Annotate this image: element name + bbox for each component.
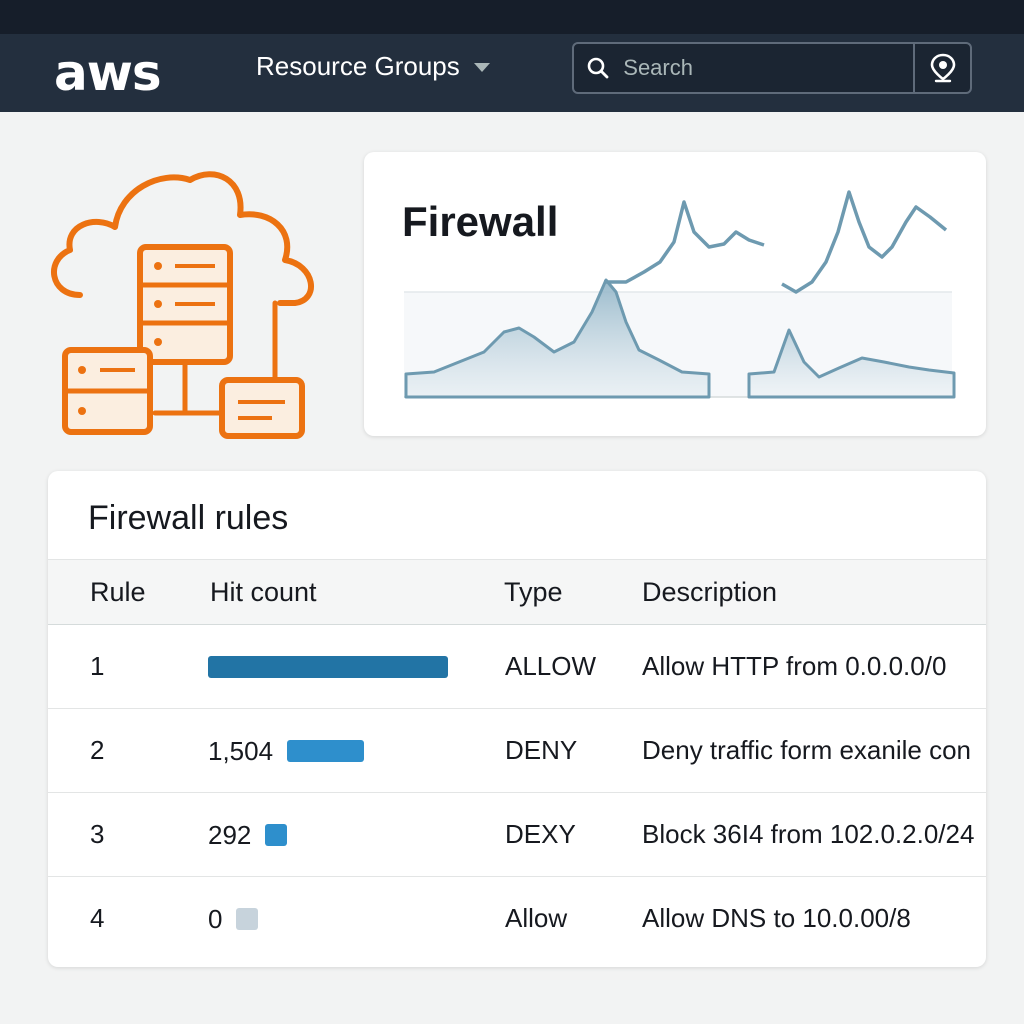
table-row[interactable]: 4 0 Allow Allow DNS to 10.0.00/8 bbox=[48, 877, 986, 961]
table-row[interactable]: 3 292 DEXY Block 36I4 from 102.0.2.0/24 bbox=[48, 793, 986, 877]
column-header-type[interactable]: Type bbox=[504, 577, 563, 608]
rule-description: Allow HTTP from 0.0.0.0/0 bbox=[642, 651, 947, 681]
rule-description: Deny traffic form exanile con bbox=[642, 735, 971, 765]
firewall-title: Firewall bbox=[402, 198, 559, 245]
hit-count-value: 0 bbox=[208, 903, 223, 934]
rule-type: DEXY bbox=[505, 819, 576, 849]
server-box-icon bbox=[62, 347, 153, 435]
hit-count-cell: 292 bbox=[208, 817, 288, 853]
resource-groups-label: Resource Groups bbox=[256, 51, 460, 81]
rule-type: DENY bbox=[505, 735, 578, 765]
search-box bbox=[572, 42, 972, 94]
hit-count-bar bbox=[236, 908, 259, 930]
table-row[interactable]: 2 1,504 DENY Deny traffic form exanile c… bbox=[48, 709, 986, 793]
hit-count-value: 1,504 bbox=[208, 735, 274, 766]
firewall-rules-card: Firewall rules Rule Hit count Type Descr… bbox=[48, 471, 986, 967]
rule-description: Allow DNS to 10.0.00/8 bbox=[642, 903, 911, 933]
rule-description: Block 36I4 from 102.0.2.0/24 bbox=[642, 819, 975, 849]
document-box-icon bbox=[219, 377, 305, 439]
traffic-line-series-2 bbox=[781, 190, 948, 294]
search-input[interactable] bbox=[621, 54, 914, 82]
firewall-rules-title: Firewall rules bbox=[88, 499, 289, 537]
server-rack-icon bbox=[137, 244, 233, 365]
column-header-hit-count[interactable]: Hit count bbox=[210, 577, 317, 608]
hit-count-cell bbox=[208, 649, 448, 685]
rule-type: Allow bbox=[505, 903, 568, 933]
location-pin-icon[interactable] bbox=[915, 53, 970, 83]
traffic-line-series bbox=[604, 200, 765, 284]
aws-logo[interactable]: aws bbox=[54, 44, 162, 102]
search-icon bbox=[574, 56, 621, 80]
resource-groups-menu[interactable]: Resource Groups bbox=[256, 51, 490, 82]
hit-count-bar bbox=[208, 656, 448, 678]
column-header-description[interactable]: Description bbox=[642, 577, 777, 608]
hit-count-cell: 1,504 bbox=[208, 733, 365, 769]
table-header: Rule Hit count Type Description bbox=[48, 559, 986, 625]
column-header-rule[interactable]: Rule bbox=[90, 577, 146, 608]
firewall-chart-card: Firewall bbox=[364, 152, 986, 436]
hit-count-cell: 0 bbox=[208, 901, 259, 937]
table-row[interactable]: 1 ALLOW Allow HTTP from 0.0.0.0/0 bbox=[48, 625, 986, 709]
cloud-servers-illustration bbox=[51, 171, 314, 439]
caret-down-icon bbox=[473, 63, 490, 72]
rule-number: 1 bbox=[90, 651, 105, 681]
hit-count-bar bbox=[287, 740, 365, 762]
rule-number: 2 bbox=[90, 735, 105, 765]
hit-count-value: 292 bbox=[208, 819, 252, 850]
rule-number: 3 bbox=[90, 819, 105, 849]
rule-type: ALLOW bbox=[505, 651, 597, 681]
rule-number: 4 bbox=[90, 903, 105, 933]
firewall-traffic-chart bbox=[404, 190, 956, 399]
top-navigation-bar: aws Resource Groups bbox=[0, 0, 1024, 112]
hit-count-bar bbox=[265, 824, 288, 846]
